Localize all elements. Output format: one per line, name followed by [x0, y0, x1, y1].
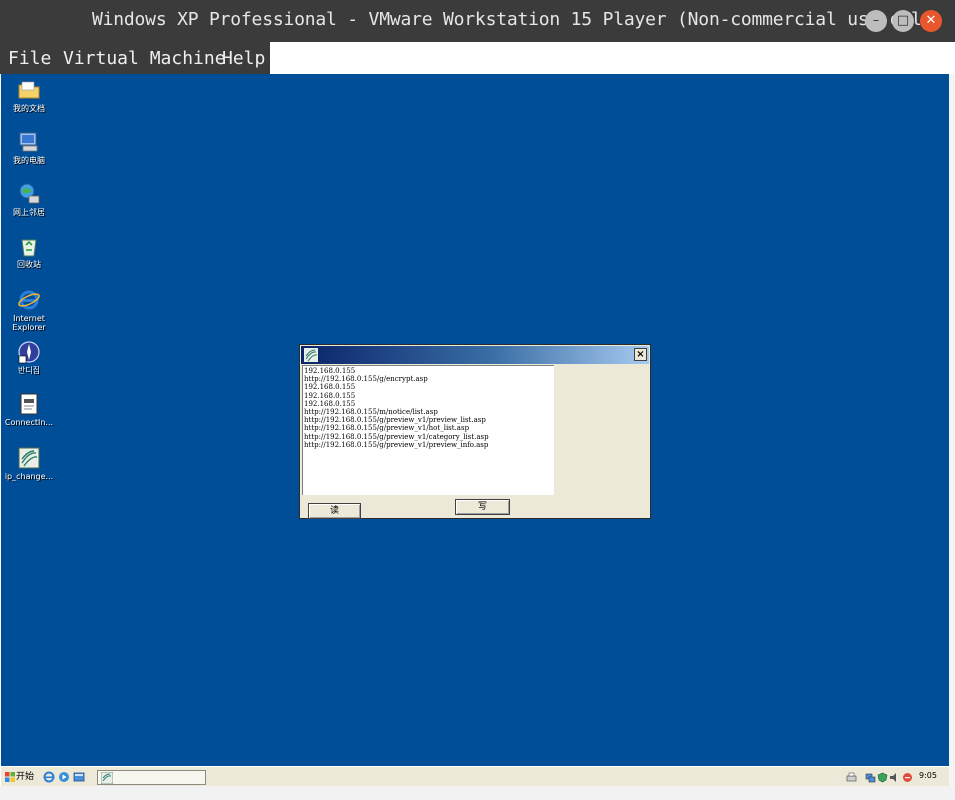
- host-menubar: File Virtual Machine Help: [0, 42, 270, 74]
- security-shield-icon[interactable]: [877, 772, 888, 783]
- log-line: http://192.168.0.155/g/preview_v1/hot_li…: [304, 424, 470, 433]
- desktop-icon-network-places[interactable]: 网上邻居: [1, 182, 57, 217]
- log-line: http://192.168.0.155/g/preview_v1/previe…: [304, 416, 486, 425]
- log-line: http://192.168.0.155/m/notice/list.asp: [304, 408, 438, 417]
- show-desktop-icon[interactable]: [73, 771, 85, 783]
- minimize-button[interactable]: –: [865, 10, 887, 32]
- desktop-icon-label: Internet Explorer: [12, 314, 46, 332]
- ip-change-app-icon: [18, 447, 40, 469]
- menu-virtual-machine[interactable]: Virtual Machine: [63, 48, 226, 69]
- menu-help[interactable]: Help: [222, 48, 265, 69]
- desktop-icon-text-file[interactable]: ConnectIn...: [1, 392, 57, 427]
- desktop-icon-shortcut-app[interactable]: 반디집: [1, 340, 57, 375]
- start-label: 开始: [16, 772, 35, 782]
- menu-file[interactable]: File: [8, 48, 51, 69]
- read-button[interactable]: 读: [308, 503, 361, 519]
- desktop-icon-internet-explorer[interactable]: Internet Explorer: [1, 288, 57, 332]
- taskbar-clock: 9:05: [919, 771, 937, 780]
- start-button[interactable]: 开始: [3, 769, 39, 785]
- printer-icon[interactable]: [846, 772, 857, 783]
- internet-explorer-icon: [18, 290, 40, 310]
- host-bottom-strip: [0, 786, 955, 800]
- close-button[interactable]: ✕: [920, 10, 942, 32]
- desktop-icon-label: 回收站: [17, 260, 41, 269]
- desktop-icon-my-documents[interactable]: 我的文档: [1, 78, 57, 113]
- recycle-bin-icon: [21, 239, 37, 257]
- host-side-strip: [949, 74, 955, 800]
- log-line: 192.168.0.155: [304, 367, 356, 375]
- text-file-icon: [20, 393, 38, 415]
- desktop-icon-ip-change[interactable]: ip_change...: [1, 446, 57, 481]
- log-line: 192.168.0.155: [304, 399, 356, 408]
- windows-logo-icon: [5, 772, 15, 782]
- app-icon: [304, 348, 318, 362]
- taskbar: 开始 9:05: [1, 766, 949, 786]
- maximize-button[interactable]: □: [892, 10, 914, 32]
- desktop-icon-label: 网上邻居: [13, 208, 45, 217]
- dialog-close-button[interactable]: ×: [634, 348, 647, 361]
- desktop-icon-recycle-bin[interactable]: 回收站: [1, 234, 57, 269]
- ime-icon[interactable]: [902, 772, 913, 783]
- media-player-icon[interactable]: [58, 771, 70, 783]
- network-icon[interactable]: [865, 772, 876, 783]
- log-line: 192.168.0.155: [304, 383, 356, 392]
- desktop-icon-label: 반디집: [17, 366, 41, 375]
- desktop-icon-my-computer[interactable]: 我的电脑: [1, 130, 57, 165]
- compass-app-icon: [18, 341, 40, 364]
- taskbar-app-item[interactable]: [97, 770, 206, 785]
- desktop-icon-label: ConnectIn...: [4, 418, 54, 427]
- desktop-icon-label: ip_change...: [4, 472, 54, 481]
- dialog-titlebar[interactable]: ×: [301, 346, 649, 364]
- log-line: 192.168.0.155: [304, 391, 356, 400]
- ip-change-app-icon: [101, 772, 113, 784]
- log-line: http://192.168.0.155/g/preview_v1/catego…: [304, 432, 489, 441]
- log-line: http://192.168.0.155/g/encrypt.asp: [304, 375, 428, 384]
- computer-icon: [19, 132, 38, 152]
- network-globe-icon: [19, 183, 40, 204]
- write-button[interactable]: 写: [455, 499, 510, 515]
- guest-desktop[interactable]: 我的文档 我的电脑 网上邻居 回收站 Internet Explorer 반디집…: [1, 74, 949, 766]
- folder-icon: [18, 81, 40, 99]
- internet-explorer-icon[interactable]: [43, 771, 55, 783]
- log-list[interactable]: 192.168.0.155 http://192.168.0.155/g/enc…: [302, 365, 554, 495]
- log-line: http://192.168.0.155/g/preview_v1/previe…: [304, 440, 489, 449]
- desktop-icon-label: 我的文档: [13, 104, 45, 113]
- speaker-icon[interactable]: [889, 772, 900, 783]
- host-titlebar: Windows XP Professional - VMware Worksta…: [0, 0, 955, 42]
- desktop-icon-label: 我的电脑: [13, 156, 45, 165]
- app-dialog[interactable]: × 192.168.0.155 http://192.168.0.155/g/e…: [299, 344, 651, 519]
- window-title: Windows XP Professional - VMware Worksta…: [92, 9, 943, 30]
